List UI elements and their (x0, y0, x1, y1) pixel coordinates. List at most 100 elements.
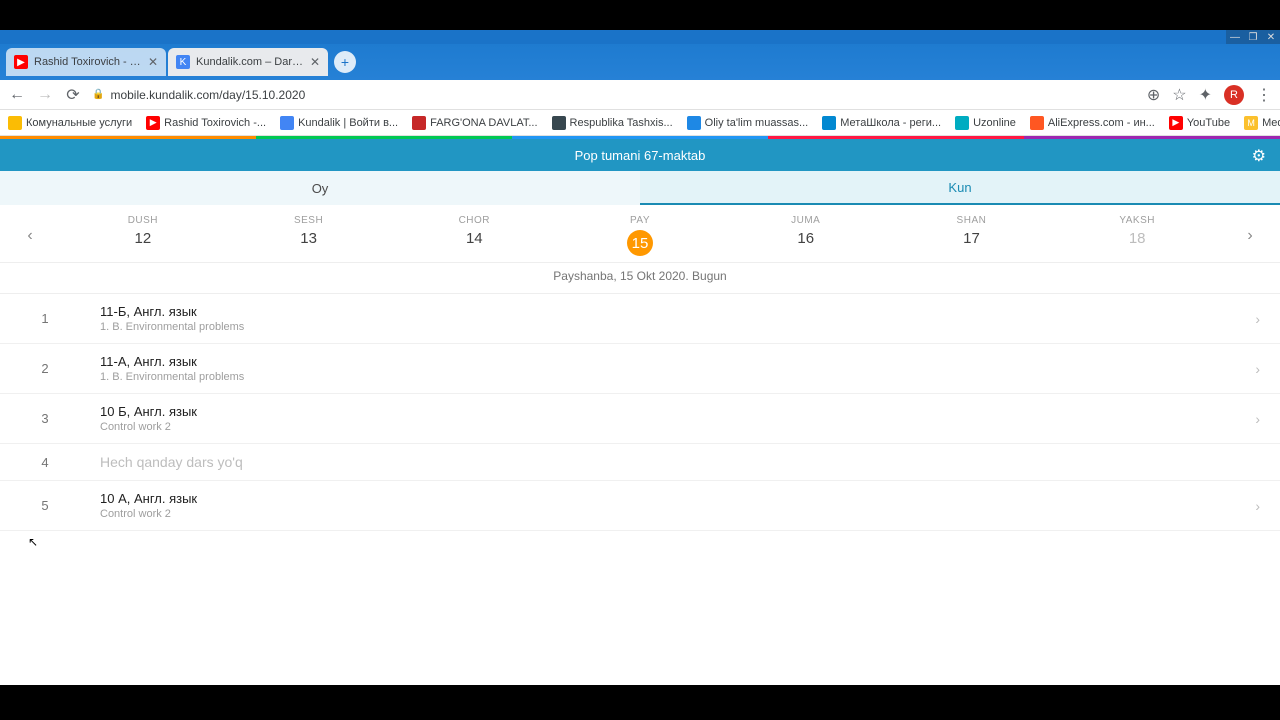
bookmark-item[interactable]: Kundalik | Войти в... (280, 116, 398, 130)
url-box[interactable]: 🔒 mobile.kundalik.com/day/15.10.2020 (92, 88, 1137, 102)
bookmark-icon (8, 116, 22, 130)
bookmark-icon: M (1244, 116, 1258, 130)
chevron-right-icon: › (1255, 311, 1260, 327)
bookmark-item[interactable]: FARG'ONA DAVLAT... (412, 116, 537, 130)
lesson-title: 10 Б, Англ. язык (100, 404, 1255, 419)
day-name: DUSH (60, 215, 226, 226)
gear-icon[interactable]: ⚙ (1252, 146, 1266, 166)
bookmark-item[interactable]: ▶YouTube (1169, 116, 1230, 130)
lesson-row[interactable]: 2 11-А, Англ. язык 1. B. Environmental p… (0, 344, 1280, 394)
close-icon[interactable]: ✕ (148, 55, 158, 69)
extensions-icon[interactable]: ✦ (1199, 85, 1212, 105)
window-maximize[interactable]: ❐ (1244, 30, 1262, 44)
lesson-subtitle: 1. B. Environmental problems (100, 321, 1255, 333)
day-name: JUMA (723, 215, 889, 226)
bookmark-item[interactable]: ▶Rashid Toxirovich -... (146, 116, 266, 130)
lesson-title: 11-Б, Англ. язык (100, 304, 1255, 319)
day-cell[interactable]: CHOR 14 (391, 215, 557, 256)
day-number: 15 (627, 230, 653, 256)
bookmark-icon (822, 116, 836, 130)
bookmark-item[interactable]: Respublika Tashxis... (552, 116, 673, 130)
bookmark-icon: ▶ (146, 116, 160, 130)
view-tabs: Oy Kun (0, 171, 1280, 205)
lesson-row[interactable]: 3 10 Б, Англ. язык Control work 2 › (0, 394, 1280, 444)
bookmark-label: FARG'ONA DAVLAT... (430, 117, 537, 129)
lesson-row[interactable]: 1 11-Б, Англ. язык 1. B. Environmental p… (0, 294, 1280, 344)
bookmark-label: YouTube (1187, 117, 1230, 129)
lesson-title: 11-А, Англ. язык (100, 354, 1255, 369)
browser-tab-0[interactable]: ▶ Rashid Toxirovich - YouTube ✕ (6, 48, 166, 76)
chevron-right-icon: › (1255, 411, 1260, 427)
bookmark-icon (687, 116, 701, 130)
lesson-subtitle: Control work 2 (100, 508, 1255, 520)
chevron-right-icon: › (1255, 361, 1260, 377)
day-number: 14 (391, 230, 557, 247)
lesson-number: 3 (20, 411, 70, 426)
bookmark-label: Комунальные услуги (26, 117, 132, 129)
menu-icon[interactable]: ⋮ (1256, 85, 1272, 105)
lesson-number: 5 (20, 498, 70, 513)
bookmark-item[interactable]: MMediabay - Главна... (1244, 116, 1280, 130)
day-cell[interactable]: DUSH 12 (60, 215, 226, 256)
tab-month[interactable]: Oy (0, 171, 640, 205)
lesson-subtitle: 1. B. Environmental problems (100, 371, 1255, 383)
bookmark-item[interactable]: Oliy ta'lim muassas... (687, 116, 809, 130)
week-next[interactable]: › (1220, 227, 1280, 245)
lesson-number: 1 (20, 311, 70, 326)
day-number: 12 (60, 230, 226, 247)
day-cell[interactable]: SHAN 17 (889, 215, 1055, 256)
bookmark-item[interactable]: Uzonline (955, 116, 1016, 130)
tab-title: Rashid Toxirovich - YouTube (34, 56, 142, 68)
lesson-number: 4 (20, 455, 70, 470)
bookmark-label: Kundalik | Войти в... (298, 117, 398, 129)
window-minimize[interactable]: — (1226, 30, 1244, 44)
kundalik-icon: K (176, 55, 190, 69)
browser-tab-bar: ▶ Rashid Toxirovich - YouTube ✕ K Kundal… (0, 44, 1280, 80)
close-icon[interactable]: ✕ (310, 55, 320, 69)
day-name: CHOR (391, 215, 557, 226)
day-number: 13 (226, 230, 392, 247)
page-title: Pop tumani 67-maktab (575, 148, 706, 163)
window-close[interactable]: ✕ (1262, 30, 1280, 44)
bookmark-label: AliExpress.com - ин... (1048, 117, 1155, 129)
bookmark-label: Uzonline (973, 117, 1016, 129)
star-icon[interactable]: ☆ (1172, 85, 1186, 105)
bookmark-icon (552, 116, 566, 130)
bookmark-label: Respublika Tashxis... (570, 117, 673, 129)
lesson-title: Hech qanday dars yo'q (100, 454, 1260, 470)
date-label: Payshanba, 15 Okt 2020. Bugun (0, 263, 1280, 294)
new-tab-button[interactable]: + (334, 51, 356, 73)
avatar[interactable]: R (1224, 85, 1244, 105)
day-name: SHAN (889, 215, 1055, 226)
back-button[interactable]: ← (8, 86, 26, 104)
lesson-title: 10 А, Англ. язык (100, 491, 1255, 506)
day-cell[interactable]: SESH13 (226, 215, 392, 256)
forward-button[interactable]: → (36, 86, 54, 104)
tab-day[interactable]: Kun (640, 171, 1280, 205)
lesson-number: 2 (20, 361, 70, 376)
week-row: ‹ DUSH12SESH13CHOR14PAY15JUMA16SHAN17YAK… (0, 205, 1280, 263)
install-icon[interactable]: ⊕ (1147, 85, 1160, 105)
day-cell[interactable]: YAKSH18 (1054, 215, 1220, 256)
day-name: YAKSH (1054, 215, 1220, 226)
day-number: 16 (723, 230, 889, 247)
bookmark-icon (412, 116, 426, 130)
bookmark-icon (280, 116, 294, 130)
browser-tab-1[interactable]: K Kundalik.com – Dars jadvali ✕ (168, 48, 328, 76)
url-text: mobile.kundalik.com/day/15.10.2020 (110, 88, 305, 102)
bookmark-item[interactable]: Комунальные услуги (8, 116, 132, 130)
app-header: Pop tumani 67-maktab ⚙ (0, 139, 1280, 171)
day-cell[interactable]: PAY15 (557, 215, 723, 256)
lock-icon: 🔒 (92, 89, 104, 100)
lesson-subtitle: Control work 2 (100, 421, 1255, 433)
address-bar: ← → ⟳ 🔒 mobile.kundalik.com/day/15.10.20… (0, 80, 1280, 110)
lesson-row[interactable]: 5 10 А, Англ. язык Control work 2 › (0, 481, 1280, 531)
bookmark-icon (1030, 116, 1044, 130)
bookmark-item[interactable]: МетаШкола - реги... (822, 116, 941, 130)
youtube-icon: ▶ (14, 55, 28, 69)
day-cell[interactable]: JUMA 16 (723, 215, 889, 256)
day-number: 17 (889, 230, 1055, 247)
week-prev[interactable]: ‹ (0, 227, 60, 245)
reload-button[interactable]: ⟳ (64, 86, 82, 104)
bookmark-item[interactable]: AliExpress.com - ин... (1030, 116, 1155, 130)
